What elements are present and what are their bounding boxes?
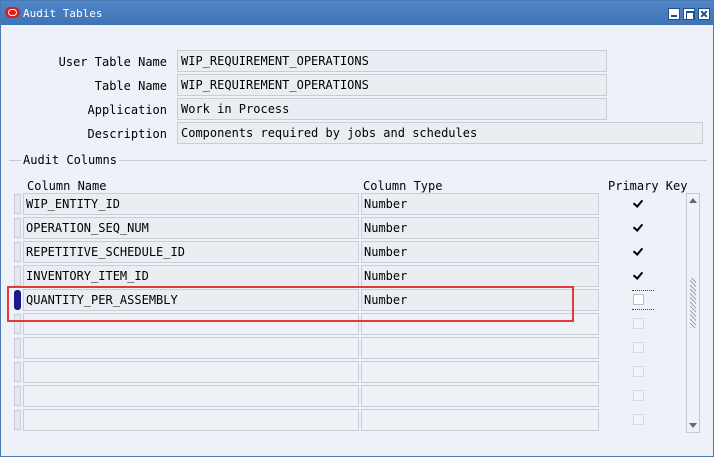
row-indicator[interactable] (14, 410, 21, 430)
row-indicator[interactable] (14, 266, 21, 286)
row-indicator[interactable] (14, 338, 21, 358)
column-name-cell[interactable]: OPERATION_SEQ_NUM (23, 217, 359, 239)
user-table-name-label: User Table Name (58, 55, 167, 69)
audit-tables-window: Audit Tables User Table Name WIP_REQUIRE… (0, 0, 714, 457)
primary-key-checkbox[interactable] (633, 198, 644, 209)
column-type-cell[interactable] (361, 313, 599, 335)
primary-key-checkbox[interactable] (633, 342, 644, 353)
column-type-cell[interactable]: Number (361, 241, 599, 263)
table-name-label: Table Name (94, 79, 167, 93)
row-indicator[interactable] (14, 218, 21, 238)
row-indicator[interactable] (14, 362, 21, 382)
primary-key-checkbox[interactable] (633, 294, 644, 305)
row-indicator[interactable] (14, 386, 21, 406)
primary-key-checkbox[interactable] (633, 270, 644, 281)
checkbox-focus-ring (632, 290, 654, 291)
primary-key-checkbox[interactable] (633, 318, 644, 329)
column-type-cell[interactable] (361, 385, 599, 407)
primary-key-header: Primary Key (608, 179, 688, 193)
audit-columns-section-label: Audit Columns (21, 153, 119, 167)
application-field[interactable]: Work in Process (177, 98, 607, 120)
row-indicator[interactable] (14, 314, 21, 334)
primary-key-checkbox[interactable] (633, 414, 644, 425)
column-type-cell[interactable]: Number (361, 265, 599, 287)
column-type-cell[interactable]: Number (361, 193, 599, 215)
table-name-field[interactable]: WIP_REQUIREMENT_OPERATIONS (177, 74, 607, 96)
maximize-icon[interactable] (683, 8, 695, 20)
title-bar: Audit Tables (1, 1, 713, 25)
column-type-cell[interactable] (361, 337, 599, 359)
minimize-icon[interactable] (668, 8, 680, 20)
checkbox-focus-ring (632, 309, 654, 310)
column-name-cell[interactable]: REPETITIVE_SCHEDULE_ID (23, 241, 359, 263)
column-name-cell[interactable]: WIP_ENTITY_ID (23, 193, 359, 215)
row-indicator[interactable] (14, 290, 21, 310)
application-label: Application (87, 103, 167, 117)
column-name-cell[interactable]: INVENTORY_ITEM_ID (23, 265, 359, 287)
row-indicator[interactable] (14, 194, 21, 214)
vertical-scrollbar[interactable] (686, 193, 700, 433)
column-name-cell[interactable] (23, 385, 359, 407)
column-type-header: Column Type (363, 179, 443, 193)
column-name-cell[interactable] (23, 313, 359, 335)
column-name-cell[interactable] (23, 337, 359, 359)
column-type-cell[interactable]: Number (361, 217, 599, 239)
chevron-up-icon[interactable] (687, 194, 699, 206)
column-type-cell[interactable] (361, 361, 599, 383)
column-name-cell[interactable]: QUANTITY_PER_ASSEMBLY (23, 289, 359, 311)
primary-key-checkbox[interactable] (633, 246, 644, 257)
close-icon[interactable] (698, 8, 710, 20)
chevron-down-icon[interactable] (687, 420, 699, 432)
column-name-cell[interactable] (23, 409, 359, 431)
window-title: Audit Tables (23, 7, 103, 20)
column-type-cell[interactable]: Number (361, 289, 599, 311)
description-field[interactable]: Components required by jobs and schedule… (177, 122, 703, 144)
oracle-logo-icon (5, 7, 20, 18)
column-name-cell[interactable] (23, 361, 359, 383)
primary-key-checkbox[interactable] (633, 222, 644, 233)
scroll-thumb[interactable] (690, 278, 696, 328)
row-indicator[interactable] (14, 242, 21, 262)
column-name-header: Column Name (27, 179, 107, 193)
description-label: Description (87, 127, 167, 141)
primary-key-checkbox[interactable] (633, 366, 644, 377)
primary-key-checkbox[interactable] (633, 390, 644, 401)
user-table-name-field[interactable]: WIP_REQUIREMENT_OPERATIONS (177, 50, 607, 72)
column-type-cell[interactable] (361, 409, 599, 431)
